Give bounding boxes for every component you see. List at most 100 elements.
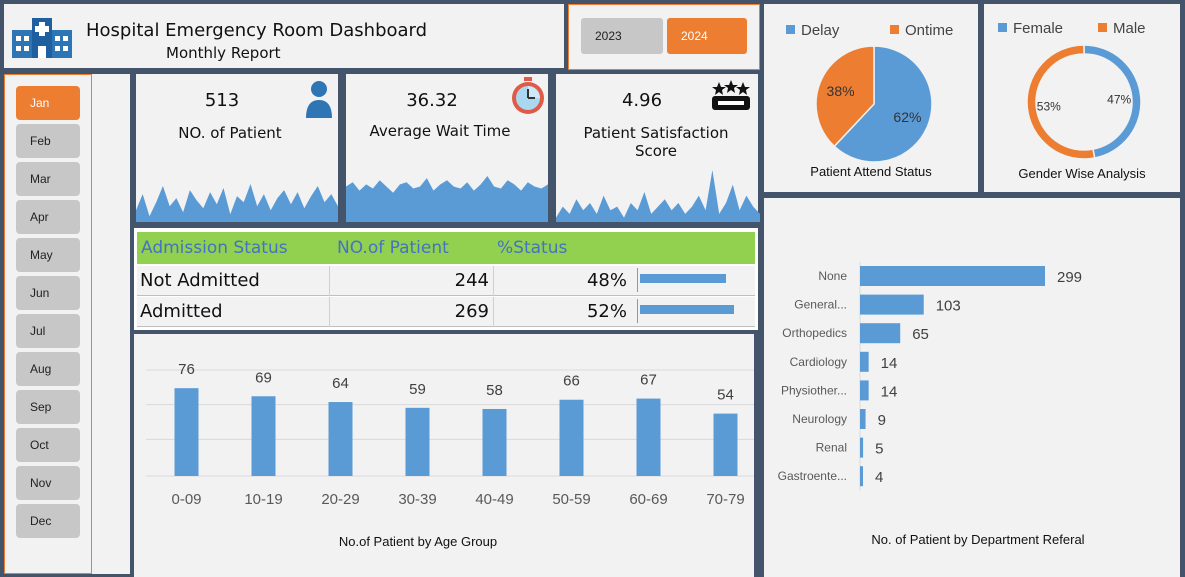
sparkline-area <box>136 184 338 222</box>
age-bar-70-79 <box>713 413 738 476</box>
satisfaction-sparkline <box>556 170 760 222</box>
month-button-nov[interactable]: Nov <box>16 466 80 500</box>
department-label: None <box>818 269 847 283</box>
pie-label-male: 53% <box>1037 99 1061 113</box>
page-subtitle: Monthly Report <box>166 44 281 62</box>
kpi-card-wait-time: 36.32 Average Wait Time <box>346 74 548 222</box>
table-header-patients: NO.of Patient <box>337 238 449 258</box>
age-bar-10-19 <box>251 396 276 476</box>
month-button-apr[interactable]: Apr <box>16 200 80 234</box>
table-row: Not Admitted 244 48% <box>137 266 755 296</box>
table-header-percent: %Status <box>497 238 568 258</box>
age-category-label: 70-79 <box>706 491 744 508</box>
month-button-dec[interactable]: Dec <box>16 504 80 538</box>
department-label: General... <box>794 298 847 312</box>
legend-swatch-female <box>998 23 1007 32</box>
patients-sparkline <box>136 184 338 222</box>
kpi-satisfaction-label: Patient Satisfaction Score <box>583 124 729 160</box>
gender-donut-chart: 47% 53% <box>1026 44 1142 160</box>
department-value: 5 <box>875 441 883 458</box>
attend-chart-title: Patient Attend Status <box>810 164 932 179</box>
year-slicer: 2023 2024 <box>568 4 760 70</box>
age-bar-0-09 <box>174 388 199 476</box>
age-bar-30-39 <box>405 407 430 476</box>
row-patients: 244 <box>454 270 489 291</box>
age-bar-50-59 <box>559 399 584 476</box>
hospital-building-icon <box>12 18 72 58</box>
table-header: Admission Status NO.of Patient %Status <box>137 232 755 264</box>
legend-female: Female <box>998 20 1063 37</box>
department-value: 65 <box>912 326 929 343</box>
year-button-2024[interactable]: 2024 <box>667 18 747 54</box>
month-slicer-spacer <box>92 74 130 574</box>
month-button-mar[interactable]: Mar <box>16 162 80 196</box>
age-bar-value: 76 <box>178 361 195 378</box>
data-bar-axis <box>637 299 638 323</box>
age-bar-60-69 <box>636 398 661 476</box>
department-value: 9 <box>878 412 886 429</box>
age-category-label: 40-49 <box>475 491 513 508</box>
department-label: Renal <box>816 441 847 455</box>
dashboard-header: Hospital Emergency Room Dashboard Monthl… <box>4 4 564 68</box>
year-button-2023[interactable]: 2023 <box>581 18 663 54</box>
month-button-jun[interactable]: Jun <box>16 276 80 310</box>
age-group-bar-chart: 76 0-09 69 10-19 64 20-29 59 30-39 58 40-49 66 50-5… <box>146 361 754 508</box>
pie-label-ontime: 38% <box>827 83 855 99</box>
department-bar <box>860 351 869 372</box>
department-value: 103 <box>936 298 961 315</box>
month-button-sep[interactable]: Sep <box>16 390 80 424</box>
month-slicer: Jan Feb Mar Apr May Jun Jul Aug Sep Oct Nov Dec <box>4 74 92 574</box>
data-bar-axis <box>637 268 638 292</box>
legend-swatch-male <box>1098 23 1107 32</box>
department-bar <box>860 380 869 401</box>
kpi-wait-time-label: Average Wait Time <box>369 122 511 140</box>
department-label: Neurology <box>792 412 847 426</box>
table-row: Admitted 269 52% <box>137 297 755 327</box>
department-label: Gastroente... <box>778 469 847 483</box>
wait-time-sparkline <box>346 176 548 222</box>
age-bar-value: 58 <box>486 382 503 399</box>
department-value: 299 <box>1057 269 1082 286</box>
legend-male: Male <box>1098 20 1146 37</box>
legend-ontime: Ontime <box>890 22 953 39</box>
stars-rating-icon <box>712 80 750 110</box>
department-bar <box>860 266 1045 286</box>
department-bar <box>860 466 863 487</box>
age-group-chart-panel: 76 0-09 69 10-19 64 20-29 59 30-39 58 40-49 66 50-5… <box>134 334 754 577</box>
age-chart-title: No.of Patient by Age Group <box>338 534 498 549</box>
month-button-may[interactable]: May <box>16 238 80 272</box>
department-label: Cardiology <box>790 355 847 369</box>
month-button-oct[interactable]: Oct <box>16 428 80 462</box>
kpi-card-satisfaction: 4.96 Patient Satisfaction Score <box>556 74 760 222</box>
month-button-jan[interactable]: Jan <box>16 86 80 120</box>
person-icon <box>306 81 332 118</box>
age-category-label: 10-19 <box>244 491 282 508</box>
month-button-jul[interactable]: Jul <box>16 314 80 348</box>
department-bar <box>860 294 924 315</box>
kpi-card-patients: 513 NO. of Patient <box>136 74 338 222</box>
department-referral-panel: None 299 General... 103 Orthopedics 65 Cardiol… <box>764 198 1180 577</box>
age-category-label: 0-09 <box>171 491 201 508</box>
age-bar-value: 67 <box>640 372 657 389</box>
age-bar-value: 64 <box>332 375 349 392</box>
department-bar <box>860 323 901 344</box>
month-button-aug[interactable]: Aug <box>16 352 80 386</box>
gender-chart-title: Gender Wise Analysis <box>1018 166 1146 181</box>
attend-status-panel: Delay Ontime 62% 38% Patient Attend Statu… <box>764 4 978 192</box>
row-patients: 269 <box>454 301 489 322</box>
sparkline-area <box>346 176 548 222</box>
pie-label-delay: 62% <box>893 109 921 125</box>
stopwatch-icon <box>512 77 544 114</box>
pie-label-female: 47% <box>1107 93 1131 107</box>
age-category-label: 20-29 <box>321 491 359 508</box>
status-data-bar <box>640 305 734 314</box>
row-status: Not Admitted <box>140 270 260 291</box>
department-referral-bar-chart: None 299 General... 103 Orthopedics 65 Cardiol… <box>778 262 1082 491</box>
department-value: 4 <box>875 469 883 486</box>
month-button-feb[interactable]: Feb <box>16 124 80 158</box>
department-label: Orthopedics <box>782 326 847 340</box>
department-bar <box>860 437 864 458</box>
sparkline-area <box>556 170 760 222</box>
age-category-label: 60-69 <box>629 491 667 508</box>
age-bar-value: 66 <box>563 373 580 390</box>
